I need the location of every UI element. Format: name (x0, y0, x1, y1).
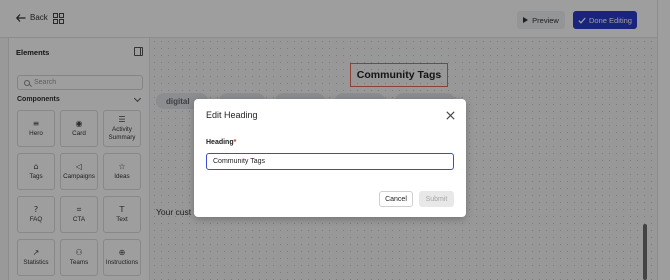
dialog-title: Edit Heading (206, 110, 258, 120)
edit-heading-dialog: Edit Heading Heading* Cancel Submit (194, 99, 466, 217)
cancel-button[interactable]: Cancel (379, 191, 413, 207)
submit-button[interactable]: Submit (419, 191, 454, 207)
heading-input[interactable] (206, 153, 454, 170)
required-marker: * (233, 139, 237, 146)
close-icon[interactable] (446, 111, 455, 120)
heading-label-text: Heading (206, 139, 234, 146)
heading-field-label: Heading* (206, 139, 236, 146)
